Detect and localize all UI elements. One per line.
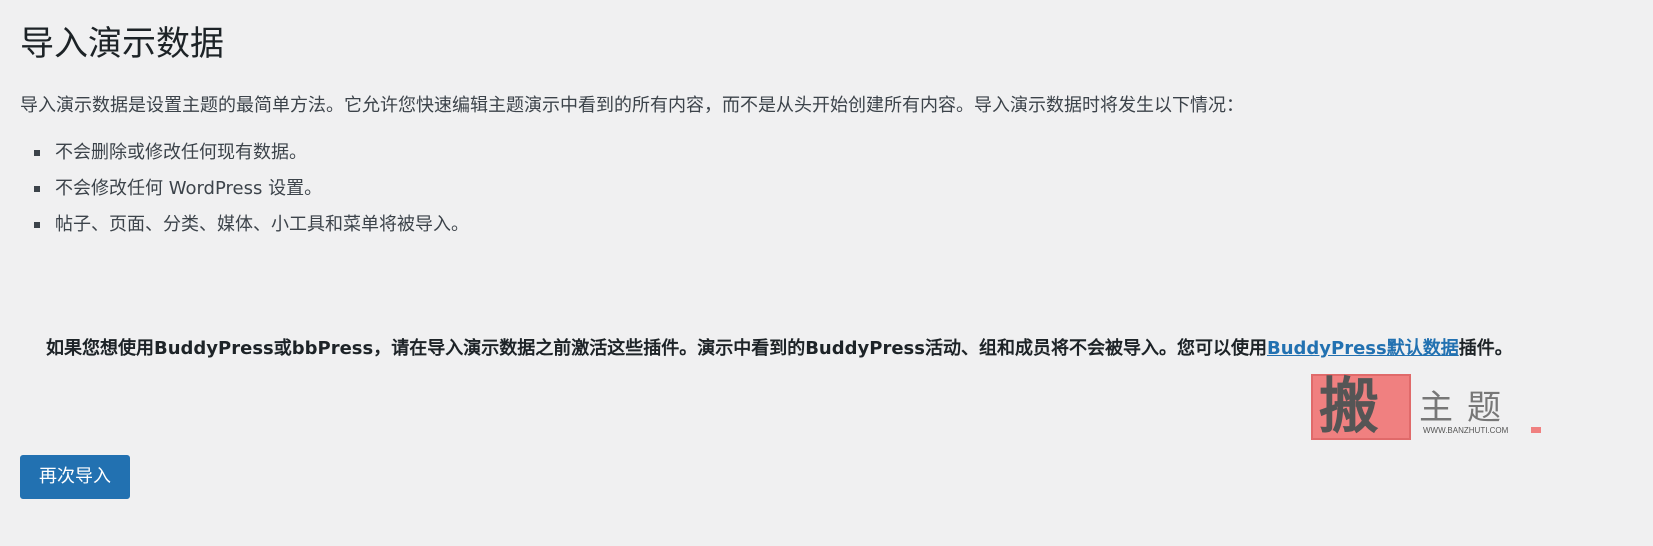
buddypress-notice: 如果您想使用BuddyPress或bbPress，请在导入演示数据之前激活这些插… — [46, 336, 1513, 362]
bullet-icon — [34, 222, 40, 228]
notice-text-after: 插件。 — [1458, 338, 1513, 359]
list-item: 不会修改任何 WordPress 设置。 — [20, 176, 469, 212]
notice-text-before: 如果您想使用BuddyPress或bbPress，请在导入演示数据之前激活这些插… — [46, 338, 1267, 359]
list-item-text: 不会修改任何 WordPress 设置。 — [55, 178, 323, 199]
bullet-icon — [34, 186, 40, 192]
bullet-icon — [34, 150, 40, 156]
watermark-logo: 搬 主题 WWW.BANZHUTI.COM — [1311, 372, 1541, 446]
page-title: 导入演示数据 — [20, 24, 224, 64]
list-item-text: 不会删除或修改任何现有数据。 — [55, 142, 307, 163]
watermark-title: 主题 — [1419, 388, 1515, 428]
intro-text: 导入演示数据是设置主题的最简单方法。它允许您快速编辑主题演示中看到的所有内容，而… — [20, 95, 1244, 116]
watermark-char: 搬 — [1319, 372, 1379, 442]
list-item-text: 帖子、页面、分类、媒体、小工具和菜单将被导入。 — [55, 214, 469, 235]
watermark-dot — [1531, 427, 1541, 433]
list-item: 帖子、页面、分类、媒体、小工具和菜单将被导入。 — [20, 212, 469, 248]
effects-list: 不会删除或修改任何现有数据。 不会修改任何 WordPress 设置。 帖子、页… — [20, 140, 469, 248]
watermark-url: WWW.BANZHUTI.COM — [1423, 426, 1509, 435]
list-item: 不会删除或修改任何现有数据。 — [20, 140, 469, 176]
reimport-button[interactable]: 再次导入 — [20, 455, 130, 499]
buddypress-default-data-link[interactable]: BuddyPress默认数据 — [1267, 338, 1459, 359]
